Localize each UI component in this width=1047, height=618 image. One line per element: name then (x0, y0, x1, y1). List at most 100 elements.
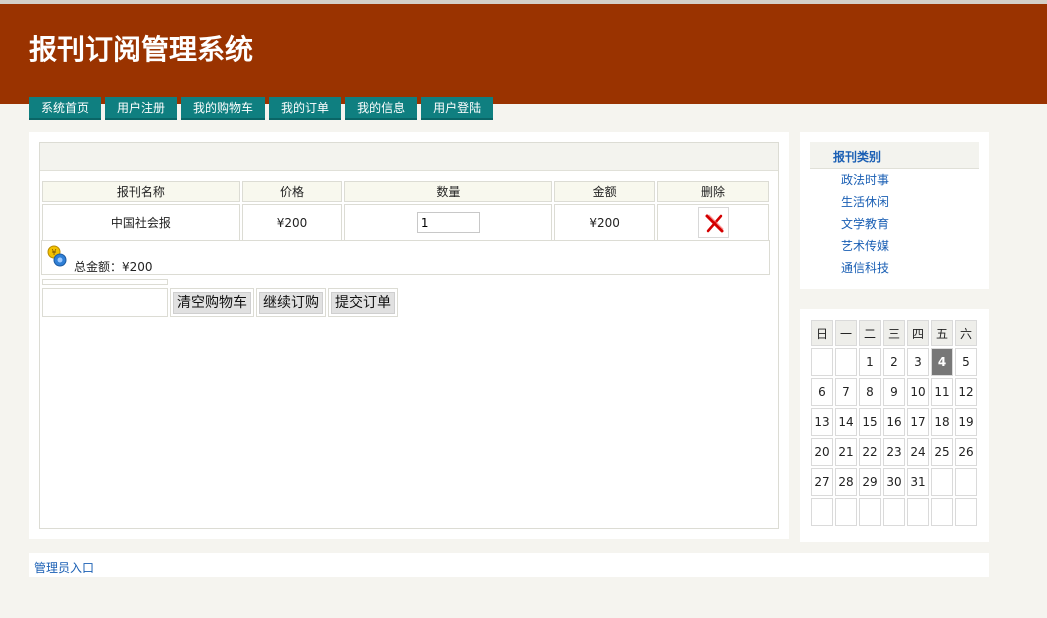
calendar-day[interactable]: 26 (955, 438, 977, 466)
item-amount: ¥200 (554, 204, 656, 241)
calendar-day[interactable]: 25 (931, 438, 953, 466)
blank-cell (42, 288, 168, 317)
continue-cell: 继续订购 (256, 288, 326, 317)
calendar-day[interactable]: 5 (955, 348, 977, 376)
calendar-day[interactable]: 7 (835, 378, 857, 406)
cart-panel: 报刊名称 价格 数量 金额 删除 中国社会报 ¥200 ¥200 (29, 132, 789, 539)
calendar-day-today[interactable]: 4 (931, 348, 953, 376)
footer: 管理员入口 (29, 553, 989, 577)
clear-cart-cell: 清空购物车 (170, 288, 254, 317)
category-panel: 报刊类别 政法时事 生活休闲 文学教育 艺术传媒 通信科技 (800, 132, 989, 289)
calendar-day[interactable]: 21 (835, 438, 857, 466)
calendar-day (835, 498, 857, 526)
calendar-day[interactable]: 19 (955, 408, 977, 436)
calendar-day[interactable]: 11 (931, 378, 953, 406)
category-list: 政法时事 生活休闲 文学教育 艺术传媒 通信科技 (841, 171, 889, 281)
continue-ordering-button[interactable]: 继续订购 (259, 291, 323, 314)
nav-orders[interactable]: 我的订单 (269, 97, 342, 120)
spacer-bar (42, 279, 168, 285)
red-x-delete-icon (705, 214, 723, 233)
item-name: 中国社会报 (42, 204, 240, 241)
calendar-day[interactable]: 2 (883, 348, 905, 376)
calendar-weekday: 日 (811, 320, 833, 346)
calendar-week-row: 6 7 8 9 10 11 12 (811, 378, 977, 406)
category-item-media[interactable]: 艺术传媒 (841, 237, 889, 259)
cart-header-row: 报刊名称 价格 数量 金额 删除 (42, 181, 769, 202)
calendar-day (811, 498, 833, 526)
calendar-panel: 日一二三四五六 1 2 3 4 5 6 7 8 9 10 11 12 13 14 15 16 17 18 19 20 2… (800, 309, 989, 542)
quantity-input[interactable] (416, 212, 480, 233)
total-amount: 总金额：¥200 (74, 260, 153, 274)
admin-entry-link[interactable]: 管理员入口 (34, 559, 94, 576)
calendar-day (931, 468, 953, 496)
calendar-weekday: 三 (883, 320, 905, 346)
col-quantity-header: 数量 (344, 181, 553, 202)
calendar-day[interactable]: 14 (835, 408, 857, 436)
nav-register[interactable]: 用户注册 (105, 97, 178, 120)
calendar-day[interactable]: 10 (907, 378, 929, 406)
calendar-day[interactable]: 1 (859, 348, 881, 376)
calendar-day[interactable]: 6 (811, 378, 833, 406)
nav-my-info[interactable]: 我的信息 (345, 97, 418, 120)
cart-table: 报刊名称 价格 数量 金额 删除 中国社会报 ¥200 ¥200 (40, 179, 771, 243)
calendar-day[interactable]: 23 (883, 438, 905, 466)
site-header: 报刊订阅管理系统 (0, 4, 1047, 104)
calendar-weekday: 二 (859, 320, 881, 346)
calendar-weekday: 五 (931, 320, 953, 346)
col-price-header: 价格 (241, 181, 343, 202)
category-item-education[interactable]: 文学教育 (841, 215, 889, 237)
calendar-day[interactable]: 24 (907, 438, 929, 466)
calendar-week-row: 20 21 22 23 24 25 26 (811, 438, 977, 466)
calendar-day[interactable]: 8 (859, 378, 881, 406)
clear-cart-button[interactable]: 清空购物车 (173, 291, 251, 314)
category-title[interactable]: 报刊类别 (833, 148, 881, 165)
category-item-lifestyle[interactable]: 生活休闲 (841, 193, 889, 215)
calendar-weekday: 四 (907, 320, 929, 346)
calendar: 日一二三四五六 1 2 3 4 5 6 7 8 9 10 11 12 13 14 15 16 17 18 19 20 2… (809, 318, 979, 528)
calendar-day[interactable]: 28 (835, 468, 857, 496)
calendar-week-row: 13 14 15 16 17 18 19 (811, 408, 977, 436)
calendar-day[interactable]: 27 (811, 468, 833, 496)
calendar-day[interactable]: 20 (811, 438, 833, 466)
site-title: 报刊订阅管理系统 (29, 33, 254, 66)
calendar-day (955, 468, 977, 496)
category-item-tech[interactable]: 通信科技 (841, 259, 889, 281)
calendar-day[interactable]: 12 (955, 378, 977, 406)
item-quantity-cell (344, 204, 553, 241)
calendar-day (955, 498, 977, 526)
calendar-day[interactable]: 30 (883, 468, 905, 496)
delete-button[interactable] (697, 207, 729, 238)
calendar-weekday-row: 日一二三四五六 (811, 320, 977, 346)
calendar-day (907, 498, 929, 526)
submit-order-button[interactable]: 提交订单 (331, 291, 395, 314)
cart-box-header (40, 143, 778, 171)
calendar-day (835, 348, 857, 376)
calendar-week-row (811, 498, 977, 526)
calendar-weekday: 六 (955, 320, 977, 346)
col-amount-header: 金额 (554, 181, 656, 202)
calendar-day[interactable]: 16 (883, 408, 905, 436)
main-nav: 系统首页 用户注册 我的购物车 我的订单 我的信息 用户登陆 (29, 97, 497, 120)
calendar-day[interactable]: 31 (907, 468, 929, 496)
col-name-header: 报刊名称 (42, 181, 240, 202)
nav-cart[interactable]: 我的购物车 (181, 97, 266, 120)
calendar-day[interactable]: 3 (907, 348, 929, 376)
category-item-politics[interactable]: 政法时事 (841, 171, 889, 193)
calendar-day[interactable]: 13 (811, 408, 833, 436)
calendar-day (883, 498, 905, 526)
col-delete-header: 删除 (657, 181, 769, 202)
calendar-day[interactable]: 22 (859, 438, 881, 466)
calendar-week-row: 12345 (811, 348, 977, 376)
calendar-day[interactable]: 15 (859, 408, 881, 436)
cart-box: 报刊名称 价格 数量 金额 删除 中国社会报 ¥200 ¥200 (39, 142, 779, 529)
calendar-day[interactable]: 18 (931, 408, 953, 436)
calendar-weekday: 一 (835, 320, 857, 346)
submit-cell: 提交订单 (328, 288, 398, 317)
calendar-day[interactable]: 29 (859, 468, 881, 496)
category-header: 报刊类别 (810, 142, 979, 169)
calendar-day[interactable]: 17 (907, 408, 929, 436)
nav-login[interactable]: 用户登陆 (421, 97, 494, 120)
nav-home[interactable]: 系统首页 (29, 97, 102, 120)
cart-action-row: 清空购物车 继续订购 提交订单 (42, 288, 400, 317)
calendar-day[interactable]: 9 (883, 378, 905, 406)
